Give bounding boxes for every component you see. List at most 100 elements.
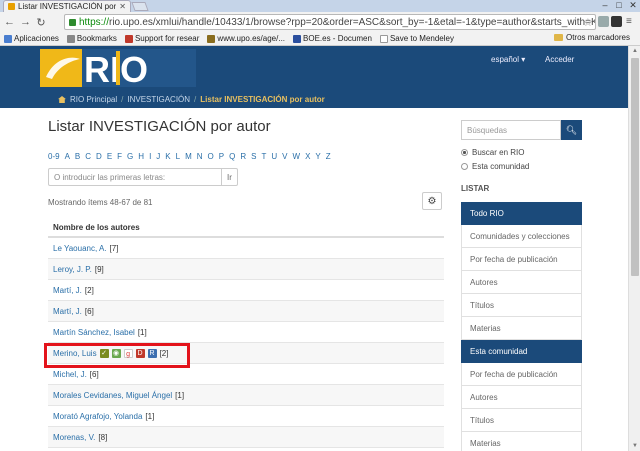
sidebar-item[interactable]: Autores bbox=[461, 271, 582, 294]
breadcrumb-separator: / bbox=[121, 95, 124, 104]
alphabet-letter[interactable]: B bbox=[75, 152, 80, 161]
bookmark-item[interactable]: Support for resear bbox=[124, 34, 199, 43]
lock-icon bbox=[69, 18, 76, 26]
sidebar-item[interactable]: Materias bbox=[461, 432, 582, 451]
bookmarks-bar: Aplicaciones Bookmarks Support for resea… bbox=[0, 32, 640, 46]
alphabet-letter[interactable]: Z bbox=[326, 152, 331, 161]
alphabet-letter[interactable]: O bbox=[208, 152, 214, 161]
address-bar[interactable]: https:// rio.upo.es/xmlui/handle/10433/1… bbox=[64, 14, 596, 30]
table-row: Le Yaouanc, A. [7] bbox=[48, 238, 444, 259]
author-link[interactable]: Martín Sánchez, Isabel bbox=[53, 328, 135, 337]
scope-community-radio[interactable]: Esta comunidad bbox=[461, 162, 529, 171]
alphabet-letter[interactable]: M bbox=[185, 152, 192, 161]
alphabet-letter[interactable]: I bbox=[149, 152, 151, 161]
bookmark-item[interactable]: BOE.es - Documen bbox=[293, 34, 372, 43]
sidebar-item[interactable]: Esta comunidad bbox=[461, 340, 582, 363]
bookmark-item[interactable]: Save to Mendeley bbox=[379, 34, 454, 43]
apps-icon bbox=[4, 34, 12, 43]
breadcrumb-home[interactable]: RIO Principal bbox=[70, 95, 117, 104]
alphabet-letter[interactable]: H bbox=[138, 152, 144, 161]
sidebar-item[interactable]: Materias bbox=[461, 317, 582, 340]
column-header: Nombre de los autores bbox=[48, 218, 444, 238]
login-link[interactable]: Acceder bbox=[545, 55, 574, 64]
table-row: Martín Sánchez, Isabel [1] bbox=[48, 322, 444, 343]
alphabet-letter[interactable]: R bbox=[240, 152, 246, 161]
sidebar-item[interactable]: Títulos bbox=[461, 409, 582, 432]
new-tab-button[interactable] bbox=[131, 2, 149, 11]
alphabet-letter[interactable]: T bbox=[261, 152, 266, 161]
alphabet-letter[interactable]: S bbox=[251, 152, 256, 161]
author-link[interactable]: Leroy, J. P. bbox=[53, 265, 92, 274]
alphabet-letter[interactable]: E bbox=[107, 152, 112, 161]
alphabet-letter[interactable]: C bbox=[85, 152, 91, 161]
back-icon[interactable]: ← bbox=[4, 16, 15, 28]
url-text: rio.upo.es/xmlui/handle/10433/1/browse?r… bbox=[108, 16, 595, 28]
search-icon[interactable]: 🔍︎ bbox=[561, 120, 582, 140]
sidebar-item[interactable]: Por fecha de publicación bbox=[461, 248, 582, 271]
rio-logo[interactable]: RIO bbox=[40, 49, 196, 87]
scroll-thumb[interactable] bbox=[631, 58, 639, 276]
alphabet-letter[interactable]: 0-9 bbox=[48, 152, 60, 161]
extension-icon[interactable] bbox=[611, 16, 622, 27]
alphabet-letter[interactable]: F bbox=[117, 152, 122, 161]
language-selector[interactable]: español ▾ bbox=[491, 55, 525, 64]
alphabet-letter[interactable]: D bbox=[96, 152, 102, 161]
menu-icon[interactable]: ≡ bbox=[626, 16, 637, 27]
bookmark-star-icon[interactable]: ☆ bbox=[583, 16, 593, 29]
alphabet-letter[interactable]: A bbox=[65, 152, 70, 161]
extension-icon[interactable] bbox=[598, 16, 609, 27]
table-row: Martí, J. [2] bbox=[48, 280, 444, 301]
alphabet-letter[interactable]: G bbox=[127, 152, 133, 161]
starts-with-go-button[interactable]: Ir bbox=[221, 169, 237, 185]
maximize-icon[interactable]: □ bbox=[612, 0, 626, 11]
bookmark-item[interactable]: Bookmarks bbox=[66, 34, 117, 43]
table-row: Morató Agrafojo, Yolanda [1] bbox=[48, 406, 444, 427]
author-link[interactable]: Le Yaouanc, A. bbox=[53, 244, 107, 253]
alphabet-letter[interactable]: V bbox=[282, 152, 287, 161]
results-count: Mostrando ítems 48-67 de 81 bbox=[48, 198, 153, 207]
sidebar-item[interactable]: Autores bbox=[461, 386, 582, 409]
bookmark-favicon-icon bbox=[124, 34, 133, 43]
sidebar-item[interactable]: Títulos bbox=[461, 294, 582, 317]
alphabet-letter[interactable]: Y bbox=[315, 152, 320, 161]
gear-icon[interactable]: ⚙ bbox=[422, 192, 442, 210]
tab-close-icon[interactable]: ✕ bbox=[119, 2, 126, 11]
author-link[interactable]: Morenas, V. bbox=[53, 433, 95, 442]
list-heading: LISTAR bbox=[461, 184, 490, 193]
alphabet-letter[interactable]: Q bbox=[229, 152, 235, 161]
author-link[interactable]: Martí, J. bbox=[53, 307, 82, 316]
search-input[interactable]: Búsquedas bbox=[461, 120, 561, 140]
web-page: RIO español ▾ Acceder RIO Principal / IN… bbox=[0, 46, 640, 451]
author-link[interactable]: Michel, J. bbox=[53, 370, 87, 379]
scroll-up-icon[interactable]: ▲ bbox=[629, 46, 640, 56]
breadcrumb-parent[interactable]: INVESTIGACIÓN bbox=[127, 95, 190, 104]
alphabet-letter[interactable]: L bbox=[176, 152, 180, 161]
authors-table: Nombre de los autores Le Yaouanc, A. [7] L… bbox=[48, 218, 444, 448]
author-link[interactable]: Morales Cevidanes, Miguel Ángel bbox=[53, 391, 172, 400]
starts-with-input[interactable]: O introducir las primeras letras: Ir bbox=[48, 168, 238, 186]
sidebar-item[interactable]: Todo RIO bbox=[461, 202, 582, 225]
reload-icon[interactable]: ↻ bbox=[36, 16, 46, 29]
alphabet-letter[interactable]: P bbox=[219, 152, 224, 161]
alphabet-letter[interactable]: U bbox=[271, 152, 277, 161]
bookmark-item[interactable]: www.upo.es/age/... bbox=[207, 34, 285, 43]
sidebar-item[interactable]: Comunidades y colecciones bbox=[461, 225, 582, 248]
sidebar-item[interactable]: Por fecha de publicación bbox=[461, 363, 582, 386]
author-link[interactable]: Martí, J. bbox=[53, 286, 82, 295]
alphabet-letter[interactable]: J bbox=[156, 152, 160, 161]
forward-icon[interactable]: → bbox=[20, 16, 31, 28]
alphabet-letter[interactable]: N bbox=[197, 152, 203, 161]
author-link[interactable]: Morató Agrafojo, Yolanda bbox=[53, 412, 142, 421]
scrollbar[interactable]: ▲ ▼ bbox=[628, 46, 640, 451]
bookmark-item[interactable]: Aplicaciones bbox=[4, 34, 59, 43]
scroll-down-icon[interactable]: ▼ bbox=[629, 441, 640, 451]
browser-tab[interactable]: Listar INVESTIGACIÓN por ✕ bbox=[3, 0, 131, 12]
close-window-icon[interactable]: ✕ bbox=[626, 0, 640, 11]
scope-all-radio[interactable]: Buscar en RIO bbox=[461, 148, 524, 157]
other-bookmarks[interactable]: Otros marcadores bbox=[553, 33, 630, 42]
alphabet-letter[interactable]: X bbox=[305, 152, 310, 161]
minimize-icon[interactable]: ‒ bbox=[598, 0, 612, 11]
scope-all-label: Buscar en RIO bbox=[472, 148, 525, 157]
alphabet-letter[interactable]: W bbox=[293, 152, 301, 161]
alphabet-letter[interactable]: K bbox=[165, 152, 170, 161]
